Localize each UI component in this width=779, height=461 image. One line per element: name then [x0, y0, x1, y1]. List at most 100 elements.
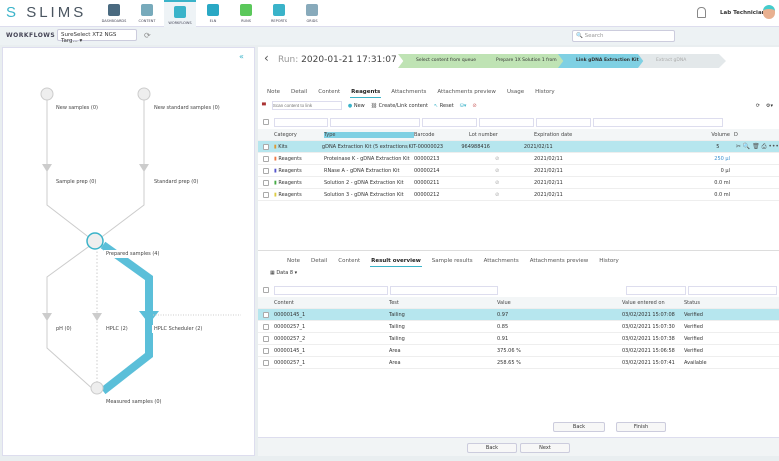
node-ph[interactable]: pH (0) [54, 325, 74, 333]
user-name[interactable]: Lab Technician [720, 10, 766, 16]
column-header[interactable]: Type [324, 131, 414, 138]
column-header[interactable]: Value entered on [622, 300, 684, 306]
refresh-icon[interactable]: ⟳ [144, 31, 151, 40]
avatar[interactable] [763, 5, 775, 19]
wizard-step[interactable]: Link gDNA Extraction Kit [558, 54, 646, 68]
clear-filter-icon[interactable]: ⊘ [472, 103, 476, 109]
filter-content[interactable] [273, 285, 389, 295]
tab-history[interactable]: History [598, 256, 620, 266]
row-checkbox[interactable] [263, 323, 269, 330]
column-header[interactable]: Value [497, 300, 622, 306]
table-row[interactable]: ▮ Reagents RNase A - gDNA Extraction Kit 0… [258, 165, 779, 177]
tab-detail[interactable]: Detail [310, 256, 328, 266]
column-header[interactable]: Barcode [414, 132, 469, 138]
tab-attachments[interactable]: Attachments [483, 256, 520, 266]
wizard-step[interactable]: Extract gDNA [638, 54, 726, 68]
filter-barcode[interactable] [422, 117, 477, 127]
row-checkbox[interactable] [263, 155, 269, 162]
column-header[interactable]: Volume [694, 132, 734, 138]
table-row[interactable]: 00000145_1 Tailing 0.97 03/02/2021 15:07:08… [258, 309, 779, 321]
finish-button[interactable]: Finish [616, 422, 666, 432]
nav-content[interactable]: CONTENT [131, 0, 163, 27]
wizard-step[interactable]: Prepare 1X Solution 1 from stock [478, 54, 566, 68]
select-all-checkbox[interactable] [263, 119, 269, 125]
wizard-next-button[interactable]: Next [520, 443, 570, 453]
node-hplc-scheduler[interactable]: HPLC Scheduler (2) [152, 325, 205, 333]
filter-status[interactable] [687, 285, 777, 295]
filter-type[interactable] [330, 117, 420, 127]
nav-workflows[interactable]: WORKFLOWS [164, 0, 196, 27]
row-checkbox[interactable] [263, 359, 269, 366]
create-link-button[interactable]: ⛓ Create/Link content [371, 103, 428, 109]
tab-content[interactable]: Content [317, 87, 341, 97]
tab-note[interactable]: Note [266, 87, 281, 97]
row-checkbox[interactable] [263, 179, 269, 186]
back-arrow-icon[interactable]: ‹ [264, 51, 269, 65]
tab-reagents[interactable]: Reagents [350, 87, 382, 98]
nav-reports[interactable]: REPORTS [263, 0, 295, 27]
filter-expiration[interactable] [536, 117, 591, 127]
reload-icon[interactable]: ⟳ [756, 103, 760, 109]
tab-note[interactable]: Note [286, 256, 301, 266]
node-sample-prep[interactable]: Sample prep (0) [54, 178, 99, 186]
row-checkbox[interactable] [263, 335, 269, 342]
logo[interactable]: S SLIMS [6, 4, 86, 21]
tab-history[interactable]: History [534, 87, 556, 97]
table-row[interactable]: ▮ Reagents Solution 3 - gDNA Extraction K… [258, 189, 779, 201]
column-header[interactable]: Test [389, 300, 497, 306]
row-actions[interactable]: ✂ 🔍 🗑 ⎙ ••• [736, 143, 779, 151]
nav-runs[interactable]: RUNS [230, 0, 262, 27]
table-row[interactable]: ▮ Kits gDNA Extraction Kit (5 extractions… [258, 141, 779, 153]
workflow-select[interactable]: SureSelect XT2 NGS Targ... ▾ [57, 29, 137, 44]
nav-eln[interactable]: ELN [197, 0, 229, 27]
tab-usage[interactable]: Usage [506, 87, 525, 97]
node-prepared-samples[interactable]: Prepared samples (4) [104, 250, 162, 258]
tab-sample-results[interactable]: Sample results [431, 256, 474, 266]
table-row[interactable]: ▮ Reagents Solution 2 - gDNA Extraction K… [258, 177, 779, 189]
table-row[interactable]: 00000257_2 Tailing 0.91 03/02/2021 15:07:38… [258, 333, 779, 345]
table-row[interactable]: 00000145_1 Area 375.06 % 03/02/2021 15:06:5… [258, 345, 779, 357]
results-select-all[interactable] [263, 287, 269, 293]
node-new-samples[interactable]: New samples (0) [54, 104, 100, 112]
filter-volume[interactable] [593, 117, 723, 127]
data-menu[interactable]: ▦ Data 8 ▾ [270, 270, 297, 276]
tab-content[interactable]: Content [337, 256, 361, 266]
filter-category[interactable] [274, 117, 328, 127]
table-row[interactable]: ▮ Reagents Proteinase K - gDNA Extraction… [258, 153, 779, 165]
tab-attachments-preview[interactable]: Attachments preview [436, 87, 497, 97]
row-checkbox[interactable] [263, 143, 269, 150]
row-checkbox[interactable] [263, 167, 269, 174]
scan-input[interactable] [271, 101, 342, 110]
filter-icon[interactable]: ⛁▾ [460, 103, 467, 109]
node-standard-prep[interactable]: Standard prep (0) [152, 178, 201, 186]
search-input[interactable]: 🔍 Search [572, 30, 675, 42]
back-button[interactable]: Back [553, 422, 605, 432]
tab-attachments[interactable]: Attachments [390, 87, 427, 97]
wizard-back-button[interactable]: Back [467, 443, 517, 453]
table-row[interactable]: 00000257_1 Area 258.65 % 03/02/2021 15:07:4… [258, 357, 779, 369]
filter-lot[interactable] [479, 117, 534, 127]
column-header[interactable]: Expiration date [534, 132, 694, 138]
table-row[interactable]: 00000257_1 Tailing 0.85 03/02/2021 15:07:30… [258, 321, 779, 333]
row-checkbox[interactable] [263, 191, 269, 198]
tab-detail[interactable]: Detail [290, 87, 308, 97]
node-new-standard-samples[interactable]: New standard samples (0) [152, 104, 222, 112]
bell-icon[interactable] [697, 7, 706, 18]
column-header[interactable]: Content [274, 300, 389, 306]
column-header[interactable]: D [734, 132, 746, 138]
new-button[interactable]: ● New [348, 103, 365, 109]
nav-grids[interactable]: GRIDS [296, 0, 328, 27]
node-hplc[interactable]: HPLC (2) [104, 325, 130, 333]
column-header[interactable]: Lot number [469, 132, 534, 138]
tab-result-overview[interactable]: Result overview [370, 256, 422, 267]
filter-entered-on[interactable] [625, 285, 686, 295]
column-header[interactable]: Status [684, 300, 744, 306]
wizard-step[interactable]: Select content from queue [398, 54, 486, 68]
settings-icon[interactable]: ⚙▾ [766, 103, 773, 109]
reset-button[interactable]: ↖ Reset [434, 103, 454, 109]
nav-dashboards[interactable]: DASHBOARDS [98, 0, 130, 27]
tab-attachments-preview[interactable]: Attachments preview [529, 256, 590, 266]
row-checkbox[interactable] [263, 311, 269, 318]
column-header[interactable]: Category [274, 132, 324, 138]
filter-test[interactable] [390, 285, 498, 295]
